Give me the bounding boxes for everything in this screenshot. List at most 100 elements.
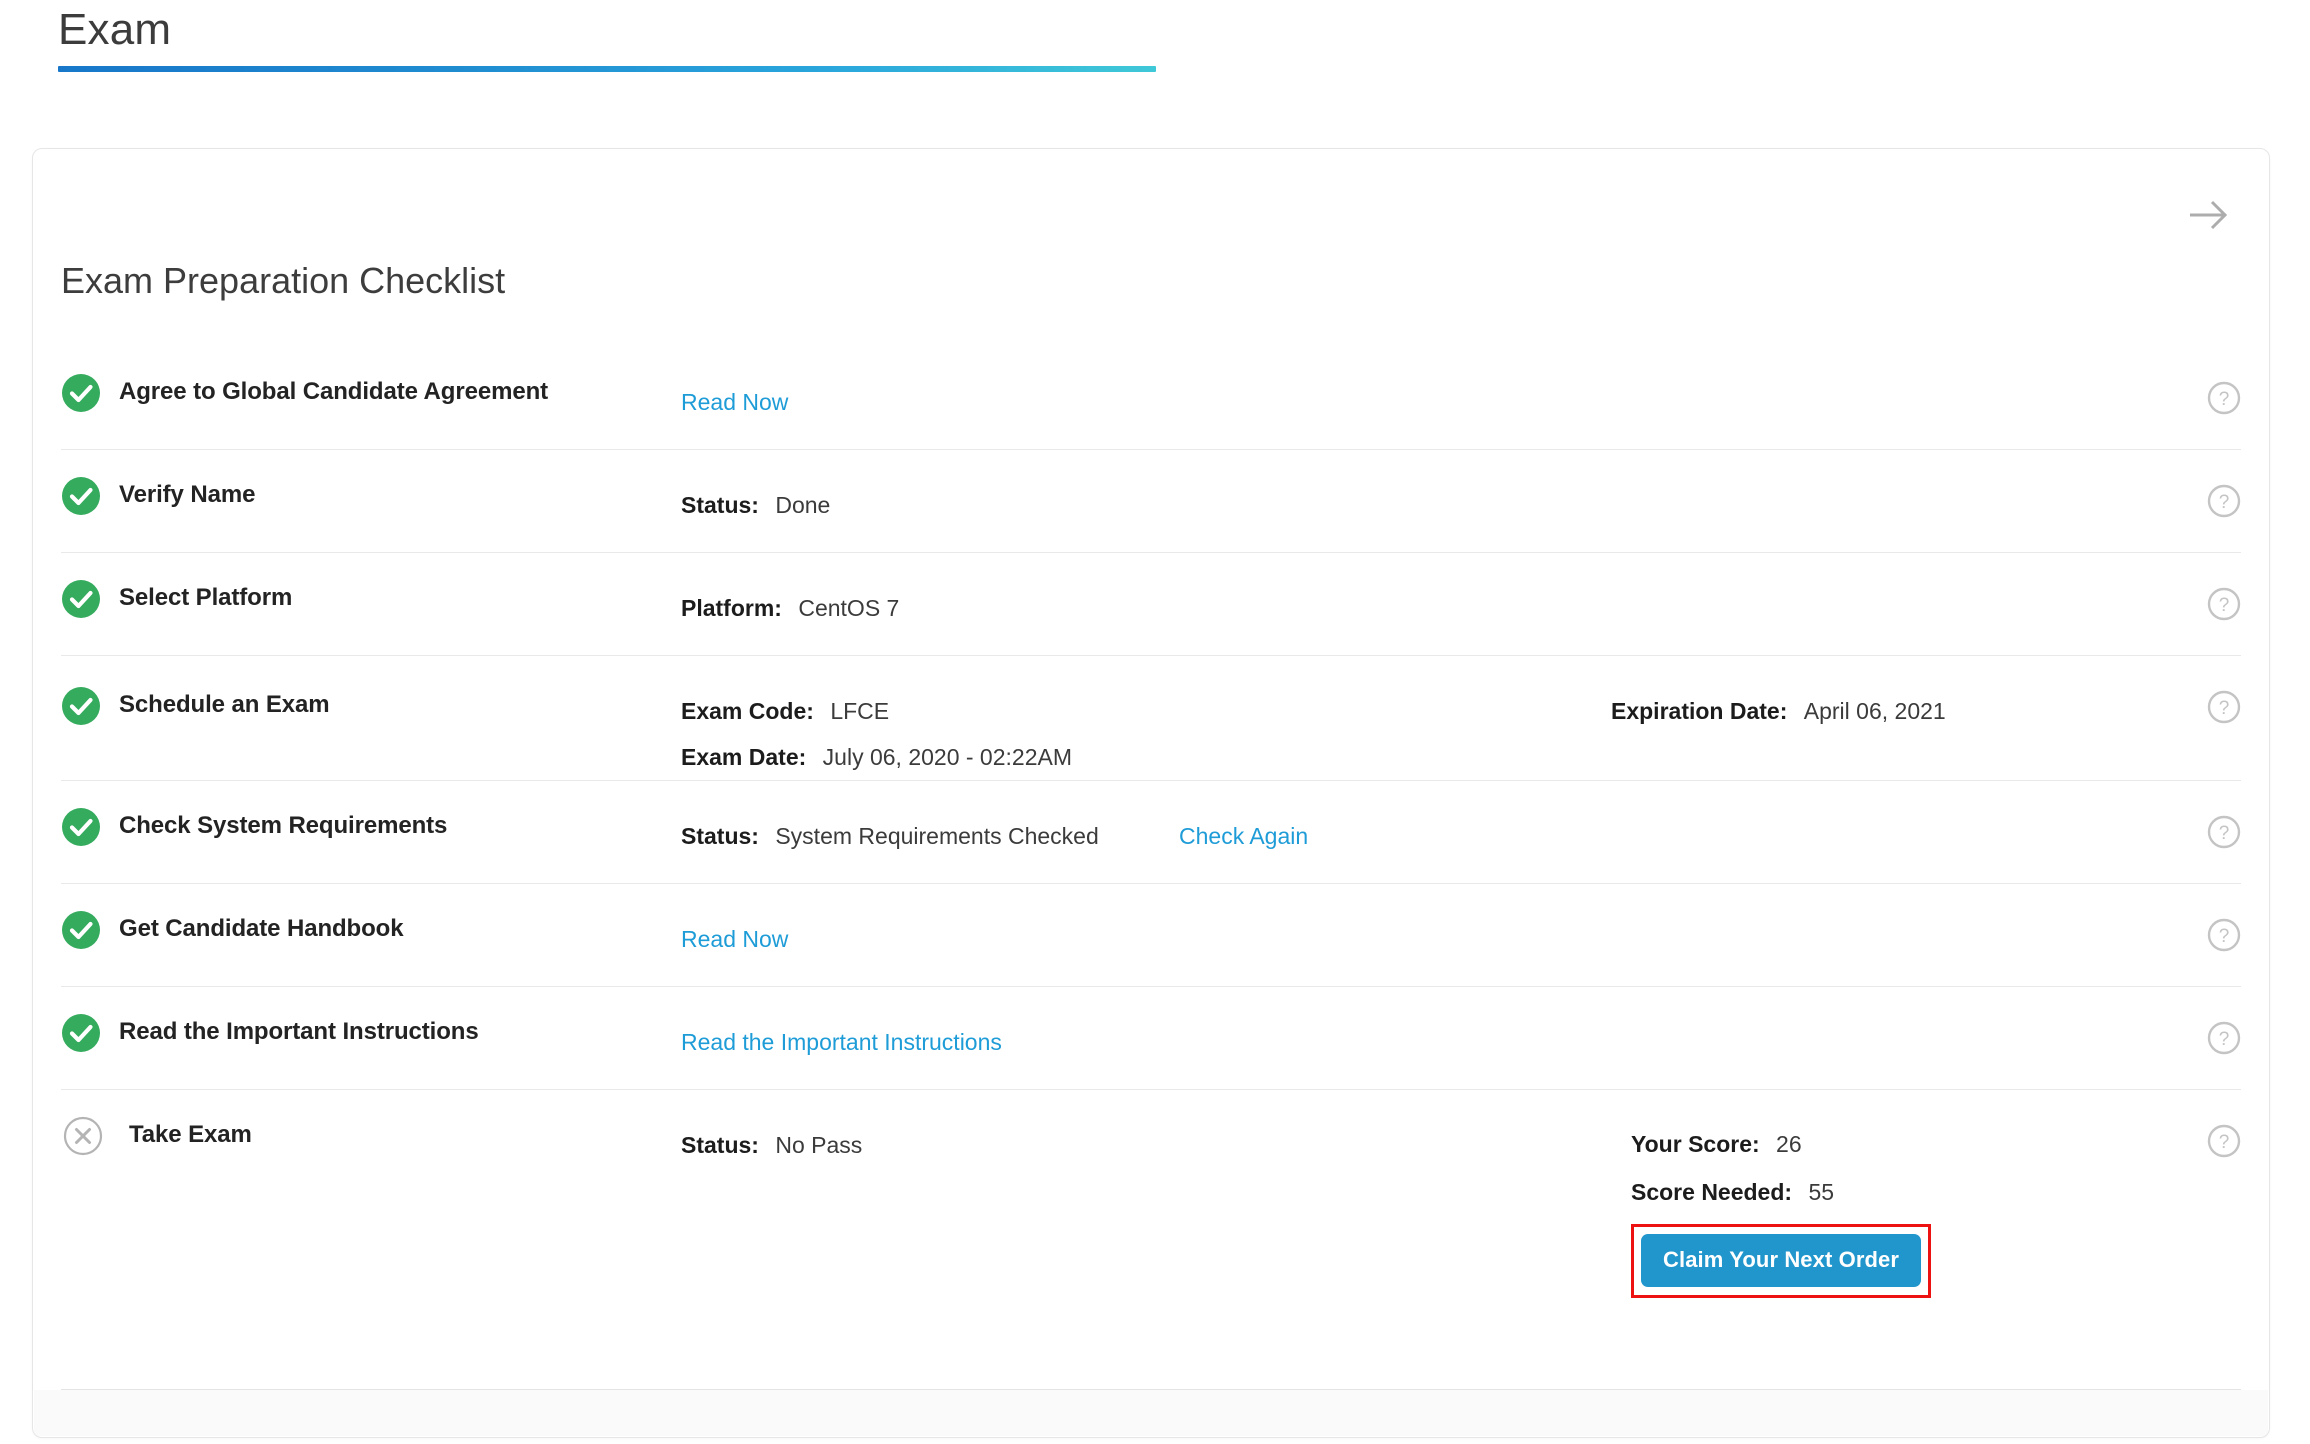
row-left: Take Exam [61,1090,681,1156]
row-label: Verify Name [119,481,256,509]
question-mark-icon[interactable]: ? [2207,587,2241,621]
svg-text:?: ? [2219,1132,2230,1153]
svg-text:?: ? [2219,1029,2230,1050]
your-score-value: 26 [1776,1130,1802,1157]
exam-info-block: Exam Code: LFCE Exam Date: July 06, 2020… [681,688,1072,780]
expiration-key: Expiration Date: [1611,697,1788,724]
row-help: ? [2171,450,2241,518]
svg-text:?: ? [2219,698,2230,719]
svg-text:?: ? [2219,823,2230,844]
check-circle-icon [61,807,101,847]
row-left: Check System Requirements [61,781,681,847]
platform-key: Platform: [681,594,782,621]
title-underline-gradient [58,66,1156,72]
checklist-row-system-requirements: Check System Requirements Status: System… [61,781,2241,884]
read-now-link[interactable]: Read Now [681,379,788,425]
row-detail: Read Now [681,347,2171,425]
expiration-value: April 06, 2021 [1803,697,1946,724]
row-help: ? [2171,553,2241,621]
row-label: Schedule an Exam [119,691,330,719]
row-detail: Exam Code: LFCE Exam Date: July 06, 2020… [681,656,1611,780]
read-important-instructions-link[interactable]: Read the Important Instructions [681,1019,1002,1065]
row-left: Agree to Global Candidate Agreement [61,347,681,413]
exam-code-value: LFCE [830,697,890,724]
check-circle-icon [61,686,101,726]
row-help: ? [2171,781,2241,849]
question-mark-icon[interactable]: ? [2207,484,2241,518]
check-circle-icon [61,1013,101,1053]
exam-date-field: Exam Date: July 06, 2020 - 02:22AM [681,734,1072,780]
question-mark-icon[interactable]: ? [2207,690,2241,724]
arrow-right-icon[interactable] [2187,197,2231,233]
checklist-row-verify-name: Verify Name Status: Done ? [61,450,2241,553]
score-needed-key: Score Needed: [1631,1178,1793,1205]
page-title: Exam [58,5,172,54]
claim-your-next-order-button[interactable]: Claim Your Next Order [1641,1233,1922,1287]
row-label: Agree to Global Candidate Agreement [119,378,549,406]
check-circle-icon [61,476,101,516]
checklist-rows: Agree to Global Candidate Agreement Read… [33,347,2269,1298]
row-detail: Status: No Pass [681,1090,1611,1168]
row-detail: Read the Important Instructions [681,987,2171,1065]
card-topbar [33,149,2269,261]
claim-button-highlight: Claim Your Next Order [1631,1223,1932,1298]
row-label: Take Exam [129,1121,252,1149]
check-circle-icon [61,579,101,619]
expiration-block: Expiration Date: April 06, 2021 [1611,656,2171,734]
checklist-row-important-instructions: Read the Important Instructions Read the… [61,987,2241,1090]
score-needed-value: 55 [1808,1178,1835,1205]
row-left: Select Platform [61,553,681,619]
row-label: Read the Important Instructions [119,1018,479,1046]
status-value: No Pass [775,1131,863,1158]
status-field: Status: Done [681,482,830,528]
checklist-row-agreement: Agree to Global Candidate Agreement Read… [61,347,2241,450]
row-detail: Platform: CentOS 7 [681,553,2171,631]
checklist-row-take-exam: Take Exam Status: No Pass Your Score: 26… [61,1090,2241,1298]
your-score-field: Your Score: 26 [1631,1120,2171,1168]
read-now-link[interactable]: Read Now [681,916,788,962]
svg-text:?: ? [2219,389,2230,410]
expiration-field: Expiration Date: April 06, 2021 [1611,688,2171,734]
question-mark-icon[interactable]: ? [2207,381,2241,415]
question-mark-icon[interactable]: ? [2207,815,2241,849]
row-left: Schedule an Exam [61,656,681,726]
exam-date-value: July 06, 2020 - 02:22AM [822,743,1072,770]
your-score-key: Your Score: [1631,1130,1760,1157]
status-value: Done [775,491,831,518]
checklist-title: Exam Preparation Checklist [61,260,506,301]
row-left: Read the Important Instructions [61,987,681,1053]
status-key: Status: [681,822,759,849]
row-label: Get Candidate Handbook [119,915,404,943]
checklist-row-select-platform: Select Platform Platform: CentOS 7 ? [61,553,2241,656]
row-detail: Status: System Requirements Checked Chec… [681,781,2171,859]
row-label: Select Platform [119,584,293,612]
svg-text:?: ? [2219,595,2230,616]
status-value: System Requirements Checked [775,822,1099,849]
row-left: Get Candidate Handbook [61,884,681,950]
status-key: Status: [681,491,759,518]
check-circle-icon [61,910,101,950]
row-left: Verify Name [61,450,681,516]
score-needed-field: Score Needed: 55 [1631,1168,2171,1216]
page-header: Exam [58,8,1158,72]
exam-code-key: Exam Code: [681,697,814,724]
exam-date-key: Exam Date: [681,743,807,770]
row-label: Check System Requirements [119,812,448,840]
score-block: Your Score: 26 Score Needed: 55 Claim Yo… [1611,1090,2171,1298]
question-mark-icon[interactable]: ? [2207,1124,2241,1158]
row-help: ? [2171,1090,2241,1158]
platform-value: CentOS 7 [798,594,900,621]
row-detail: Read Now [681,884,2171,962]
x-circle-icon [63,1116,103,1156]
row-detail: Status: Done [681,450,2171,528]
svg-text:?: ? [2219,492,2230,513]
question-mark-icon[interactable]: ? [2207,918,2241,952]
card-footer-strip [34,1390,2268,1436]
row-help: ? [2171,884,2241,952]
exam-checklist-card: Exam Preparation Checklist Agree to Glob… [32,148,2270,1438]
row-help: ? [2171,347,2241,415]
question-mark-icon[interactable]: ? [2207,1021,2241,1055]
check-circle-icon [61,373,101,413]
check-again-link[interactable]: Check Again [1179,813,1308,859]
row-help: ? [2171,656,2241,724]
